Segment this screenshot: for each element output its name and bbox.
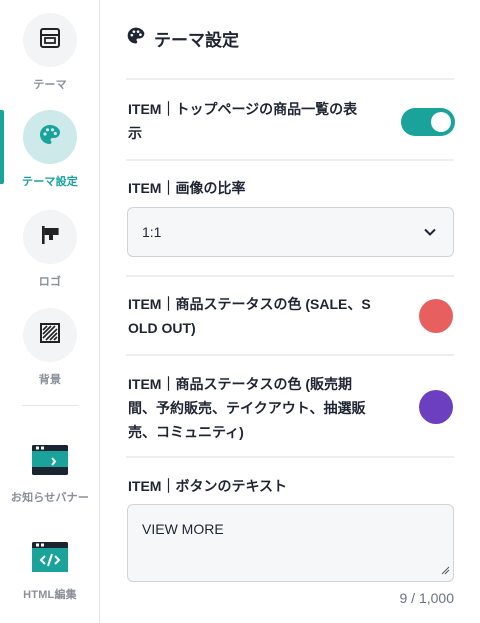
sidebar-item-label: 背景 bbox=[38, 374, 62, 386]
toggle-knob bbox=[431, 112, 451, 132]
banner-window-icon bbox=[31, 444, 69, 481]
signboard-icon bbox=[39, 224, 61, 251]
select-value: 1:1 bbox=[142, 224, 162, 240]
divider bbox=[126, 354, 454, 356]
page-title: テーマ設定 bbox=[154, 30, 239, 50]
sidebar-item-background[interactable]: 背景 bbox=[0, 308, 100, 387]
sidebar-item-label: テーマ設定 bbox=[22, 176, 78, 188]
top-list-toggle[interactable] bbox=[401, 108, 455, 136]
status-color-label: ITEM｜商品ステータスの色 (SALE、S OLD OUT) bbox=[128, 296, 371, 336]
hatched-square-icon bbox=[39, 322, 61, 349]
palette-icon bbox=[126, 26, 146, 51]
settings-panel: テーマ設定 ITEM｜トップページの商品一覧の表 示 ITEM｜画像の比率 1:… bbox=[100, 0, 480, 623]
sidebar-item-html-edit[interactable]: HTML編集 bbox=[0, 541, 100, 602]
divider bbox=[126, 456, 454, 458]
button-text-value: VIEW MORE bbox=[142, 521, 224, 537]
sidebar-item-label: テーマ bbox=[33, 79, 67, 91]
code-window-icon bbox=[31, 541, 69, 578]
image-ratio-label: ITEM｜画像の比率 bbox=[128, 180, 246, 196]
image-ratio-select[interactable]: 1:1 bbox=[127, 207, 454, 257]
sidebar: テーマ テーマ設定 ロゴ 背景 お知らせバナー HTML編集 bbox=[0, 0, 100, 623]
character-counter: 9 / 1,000 bbox=[399, 590, 455, 606]
status-color-swatch[interactable] bbox=[419, 299, 453, 333]
palette-icon bbox=[38, 123, 62, 152]
divider bbox=[126, 275, 454, 277]
sidebar-item-label: HTML編集 bbox=[23, 589, 77, 601]
status-color-2-label: ITEM｜商品ステータスの色 (販売期 間、予約販売、テイクアウト、抽選販 売、… bbox=[128, 376, 366, 440]
button-text-label: ITEM｜ボタンのテキスト bbox=[128, 478, 288, 494]
divider bbox=[126, 159, 454, 161]
resize-handle-icon[interactable] bbox=[441, 562, 450, 578]
sidebar-item-label: ロゴ bbox=[38, 276, 62, 288]
divider bbox=[126, 78, 454, 80]
sidebar-item-theme[interactable]: テーマ bbox=[0, 13, 100, 92]
status-color-2-swatch[interactable] bbox=[419, 390, 453, 424]
sidebar-item-notice-banner[interactable]: お知らせバナー bbox=[0, 444, 100, 505]
layout-icon bbox=[39, 27, 61, 54]
button-text-input[interactable]: VIEW MORE bbox=[127, 504, 454, 582]
top-list-label: ITEM｜トップページの商品一覧の表 示 bbox=[128, 101, 358, 141]
sidebar-item-label: お知らせバナー bbox=[10, 492, 90, 504]
sidebar-divider bbox=[22, 405, 78, 406]
sidebar-item-logo[interactable]: ロゴ bbox=[0, 210, 100, 289]
sidebar-item-theme-settings[interactable]: テーマ設定 bbox=[0, 110, 100, 189]
chevron-down-icon bbox=[423, 225, 437, 242]
panel-header: テーマ設定 bbox=[100, 0, 480, 76]
